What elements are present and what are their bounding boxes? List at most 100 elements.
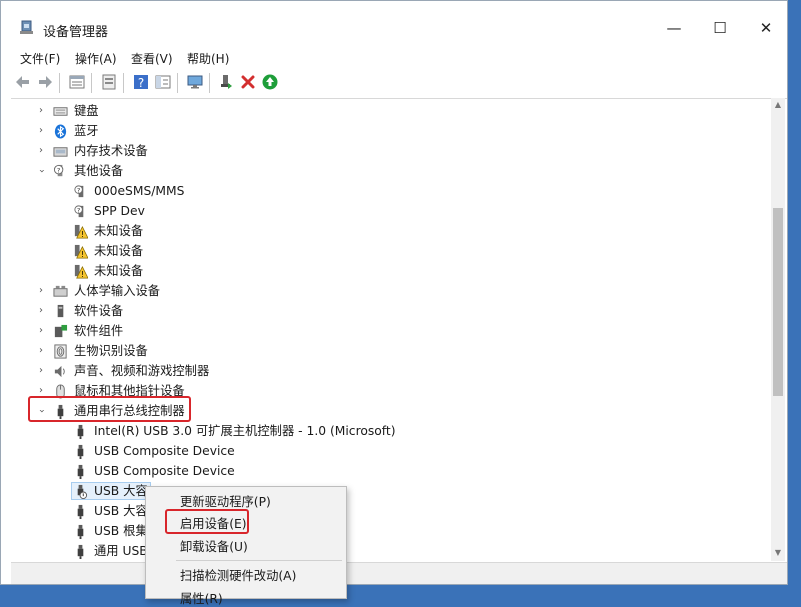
menu-item-scan-hardware[interactable]: 扫描检测硬件改动(A) — [180, 566, 296, 584]
svg-text:!: ! — [81, 250, 84, 259]
svg-text:!: ! — [81, 270, 84, 279]
fingerprint-icon — [54, 344, 67, 359]
hid-device-icon — [53, 285, 68, 297]
tree-item-biometric[interactable]: › 生物识别设备 — [11, 341, 751, 361]
tree-item-usb-composite[interactable]: USB Composite Device — [11, 461, 751, 481]
chevron-right-icon[interactable]: › — [35, 341, 47, 361]
update-driver-icon[interactable] — [218, 74, 234, 90]
tree-item-label: 未知设备 — [94, 244, 144, 258]
usb-plug-icon — [77, 444, 84, 459]
tree-item-unknown-device[interactable]: ! 未知设备 — [11, 221, 751, 241]
chevron-right-icon[interactable]: › — [35, 301, 47, 321]
enable-device-icon[interactable] — [262, 74, 278, 90]
tree-item-000esms[interactable]: ? 000eSMS/MMS — [11, 181, 751, 201]
tree-item-label: 键盘 — [74, 104, 99, 118]
device-manager-window: 设备管理器 — ☐ ✕ 文件(F) 操作(A) 查看(V) 帮助(H) ? › — [0, 0, 788, 585]
menu-item-uninstall-device[interactable]: 卸载设备(U) — [180, 537, 248, 555]
tree-item-keyboard[interactable]: › 键盘 — [11, 101, 751, 121]
tree-item-label: 生物识别设备 — [74, 344, 148, 358]
chevron-down-icon[interactable]: › — [31, 165, 51, 177]
scroll-down-icon[interactable]: ▼ — [773, 548, 783, 558]
highlight-box-usb-controllers — [28, 396, 191, 422]
chevron-right-icon[interactable]: › — [35, 121, 47, 141]
warning-device-icon: ! — [74, 224, 88, 239]
tree-item-other-devices[interactable]: › ? 其他设备 — [11, 161, 751, 181]
tree-item-software-components[interactable]: › 软件组件 — [11, 321, 751, 341]
tree-item-usb-root-hub[interactable]: USB 根集 — [11, 521, 751, 541]
tree-item-usb-mass-storage[interactable]: USB 大容 — [11, 501, 751, 521]
back-arrow-icon[interactable] — [15, 74, 31, 90]
vertical-scrollbar[interactable]: ▲ ▼ — [771, 98, 785, 561]
menu-item-update-driver[interactable]: 更新驱动程序(P) — [180, 492, 271, 510]
tree-item-hid[interactable]: › 人体学输入设备 — [11, 281, 751, 301]
tree-item-software-devices[interactable]: › 软件设备 — [11, 301, 751, 321]
menu-view[interactable]: 查看(V) — [131, 50, 173, 67]
tree-item-unknown-device[interactable]: ! 未知设备 — [11, 261, 751, 281]
unknown-device-icon: ? — [74, 185, 84, 198]
chevron-right-icon[interactable]: › — [35, 281, 47, 301]
toolbar-divider — [177, 73, 178, 93]
menu-file[interactable]: 文件(F) — [20, 50, 60, 67]
device-tree[interactable]: › 键盘 › 蓝牙 › 内存技术设备 › ? 其他设备 ? 000eSMS/MM… — [11, 98, 787, 562]
chevron-right-icon[interactable]: › — [35, 141, 47, 161]
tree-item-label: 内存技术设备 — [74, 144, 148, 158]
highlight-box-enable-device — [165, 509, 249, 534]
close-button[interactable]: ✕ — [743, 13, 787, 43]
toolbar-divider — [209, 73, 210, 93]
tree-item-usb-mass-storage-selected[interactable]: USB 大容 — [11, 481, 751, 501]
properties-view-icon[interactable] — [69, 74, 85, 90]
scroll-up-icon[interactable]: ▲ — [773, 100, 783, 110]
menu-action[interactable]: 操作(A) — [75, 50, 117, 67]
unknown-device-icon: ? — [53, 164, 64, 177]
tree-item-bluetooth[interactable]: › 蓝牙 — [11, 121, 751, 141]
tree-item-unknown-device[interactable]: ! 未知设备 — [11, 241, 751, 261]
usb-plug-icon — [77, 464, 84, 479]
tree-item-label: USB Composite Device — [94, 444, 235, 458]
uninstall-x-icon[interactable] — [240, 74, 256, 90]
tree-item-intel-usb3-controller[interactable]: Intel(R) USB 3.0 可扩展主机控制器 - 1.0 (Microso… — [11, 421, 751, 441]
svg-text:?: ? — [77, 206, 81, 214]
tree-item-label: 未知设备 — [94, 264, 144, 278]
device-manager-icon — [20, 20, 33, 34]
forward-arrow-icon[interactable] — [37, 74, 53, 90]
tree-item-spp-dev[interactable]: ? SPP Dev — [11, 201, 751, 221]
svg-text:?: ? — [138, 76, 144, 90]
tree-item-label: USB Composite Device — [94, 464, 235, 478]
software-component-icon — [54, 324, 68, 338]
usb-plug-icon — [77, 524, 84, 539]
keyboard-icon — [53, 107, 68, 116]
chevron-right-icon[interactable]: › — [35, 361, 47, 381]
toolbar-divider — [123, 73, 124, 93]
tree-item-memory-technology[interactable]: › 内存技术设备 — [11, 141, 751, 161]
tree-item-sound-video-game[interactable]: › 声音、视频和游戏控制器 — [11, 361, 751, 381]
window-title: 设备管理器 — [43, 25, 109, 40]
title-bar[interactable]: 设备管理器 — ☐ ✕ — [1, 1, 787, 40]
help-icon[interactable]: ? — [133, 74, 149, 90]
chevron-right-icon[interactable]: › — [35, 101, 47, 121]
menu-item-properties[interactable]: 属性(R) — [180, 589, 223, 607]
console-view-icon[interactable] — [155, 74, 171, 90]
tree-item-generic-usb[interactable]: 通用 USB — [11, 541, 751, 561]
tree-item-usb-composite[interactable]: USB Composite Device — [11, 441, 751, 461]
tree-item-label: SPP Dev — [94, 204, 145, 218]
scrollbar-thumb[interactable] — [773, 208, 783, 396]
warning-device-icon: ! — [74, 244, 88, 259]
usb-disabled-device-icon — [77, 484, 88, 499]
menu-help[interactable]: 帮助(H) — [187, 50, 229, 67]
tree-item-label: USB 根集 — [94, 524, 148, 538]
speaker-icon — [54, 365, 65, 378]
tree-item-label: 未知设备 — [94, 224, 144, 238]
tree-item-label: 000eSMS/MMS — [94, 184, 185, 198]
monitor-icon[interactable] — [187, 74, 203, 90]
tree-item-label: 人体学输入设备 — [74, 284, 161, 298]
menu-bar: 文件(F) 操作(A) 查看(V) 帮助(H) — [1, 46, 787, 68]
list-view-icon[interactable] — [101, 74, 117, 90]
maximize-button[interactable]: ☐ — [697, 13, 743, 43]
chevron-right-icon[interactable]: › — [35, 321, 47, 341]
tree-item-label: USB 大容 — [94, 504, 148, 518]
tree-item-label: 软件组件 — [74, 324, 124, 338]
bluetooth-icon — [54, 124, 67, 139]
usb-plug-icon — [77, 424, 84, 439]
warning-device-icon: ! — [74, 264, 88, 279]
minimize-button[interactable]: — — [651, 13, 697, 43]
